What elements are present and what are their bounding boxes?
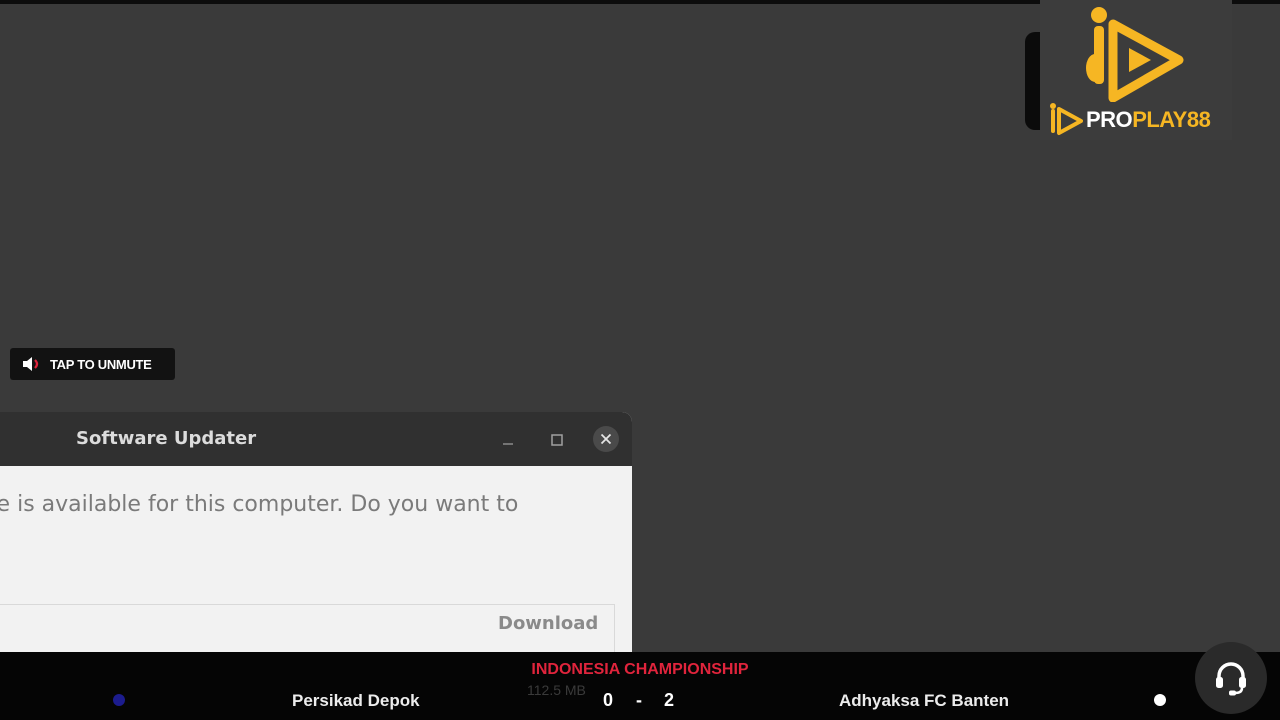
close-button[interactable] (593, 426, 619, 452)
home-team-color-dot (113, 694, 125, 706)
league-name: INDONESIA CHAMPIONSHIP (531, 661, 749, 678)
proplay88-logo-icon (1085, 6, 1185, 106)
home-team-name: Persikad Depok (292, 691, 420, 710)
away-team-name: Adhyaksa FC Banten (839, 691, 1010, 710)
home-score: 0 (603, 690, 614, 710)
logo-text: PROPLAY88 (1086, 107, 1211, 133)
minimize-icon (503, 443, 513, 445)
close-icon (600, 433, 612, 445)
small-logo-icon (1050, 103, 1083, 135)
logo-wordmark: PROPLAY88 (1049, 103, 1211, 137)
software-updater-dialog: Software Updater re is available for thi… (0, 412, 632, 652)
logo-text-white: PRO (1086, 107, 1133, 132)
away-team-color-dot (1154, 694, 1166, 706)
support-chat-button[interactable] (1195, 642, 1267, 714)
minimize-button[interactable] (497, 429, 519, 451)
away-score: 2 (664, 690, 675, 710)
dialog-message: re is available for this computer. Do yo… (0, 492, 519, 517)
ghost-text: 112.5 MB (527, 682, 586, 698)
scoreboard-bar: INDONESIA CHAMPIONSHIP 112.5 MB Persikad… (0, 652, 1280, 720)
maximize-button[interactable] (546, 429, 568, 451)
dialog-button-row: Download (0, 604, 615, 652)
headset-icon (1216, 662, 1246, 696)
logo-text-gold: PLAY88 (1132, 107, 1211, 132)
unmute-label: TAP TO UNMUTE (50, 356, 152, 372)
maximize-icon (551, 434, 563, 446)
dialog-titlebar: Software Updater (0, 412, 632, 466)
dialog-title: Software Updater (76, 428, 257, 449)
download-button[interactable]: Download (498, 613, 598, 634)
score-separator: - (636, 690, 642, 710)
speaker-muted-icon (22, 356, 42, 372)
tap-to-unmute-button[interactable]: TAP TO UNMUTE (10, 348, 175, 380)
